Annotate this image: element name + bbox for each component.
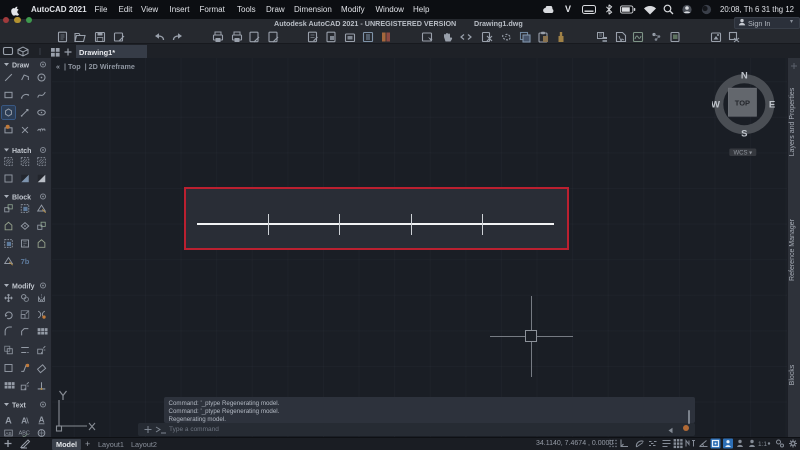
svg-text:A: A xyxy=(5,415,12,425)
svg-text:Hatch: Hatch xyxy=(12,148,31,155)
svg-text:TOP: TOP xyxy=(735,98,750,107)
svg-text:A: A xyxy=(21,415,27,425)
svg-text:S: S xyxy=(741,129,747,140)
svg-text:N: N xyxy=(741,72,748,82)
svg-text:ABC: ABC xyxy=(19,431,30,437)
svg-text:Modify: Modify xyxy=(12,283,35,290)
svg-text:E: E xyxy=(769,100,775,111)
svg-text:WCS ▾: WCS ▾ xyxy=(733,150,752,156)
svg-text:7b: 7b xyxy=(21,257,30,266)
svg-text:Block: Block xyxy=(12,194,31,201)
svg-text:Text: Text xyxy=(12,402,27,409)
svg-text:AB: AB xyxy=(5,431,11,436)
svg-text:W: W xyxy=(712,100,720,111)
svg-text:A: A xyxy=(38,415,44,425)
svg-text:Draw: Draw xyxy=(12,62,30,69)
svg-text:1:1: 1:1 xyxy=(758,441,767,448)
